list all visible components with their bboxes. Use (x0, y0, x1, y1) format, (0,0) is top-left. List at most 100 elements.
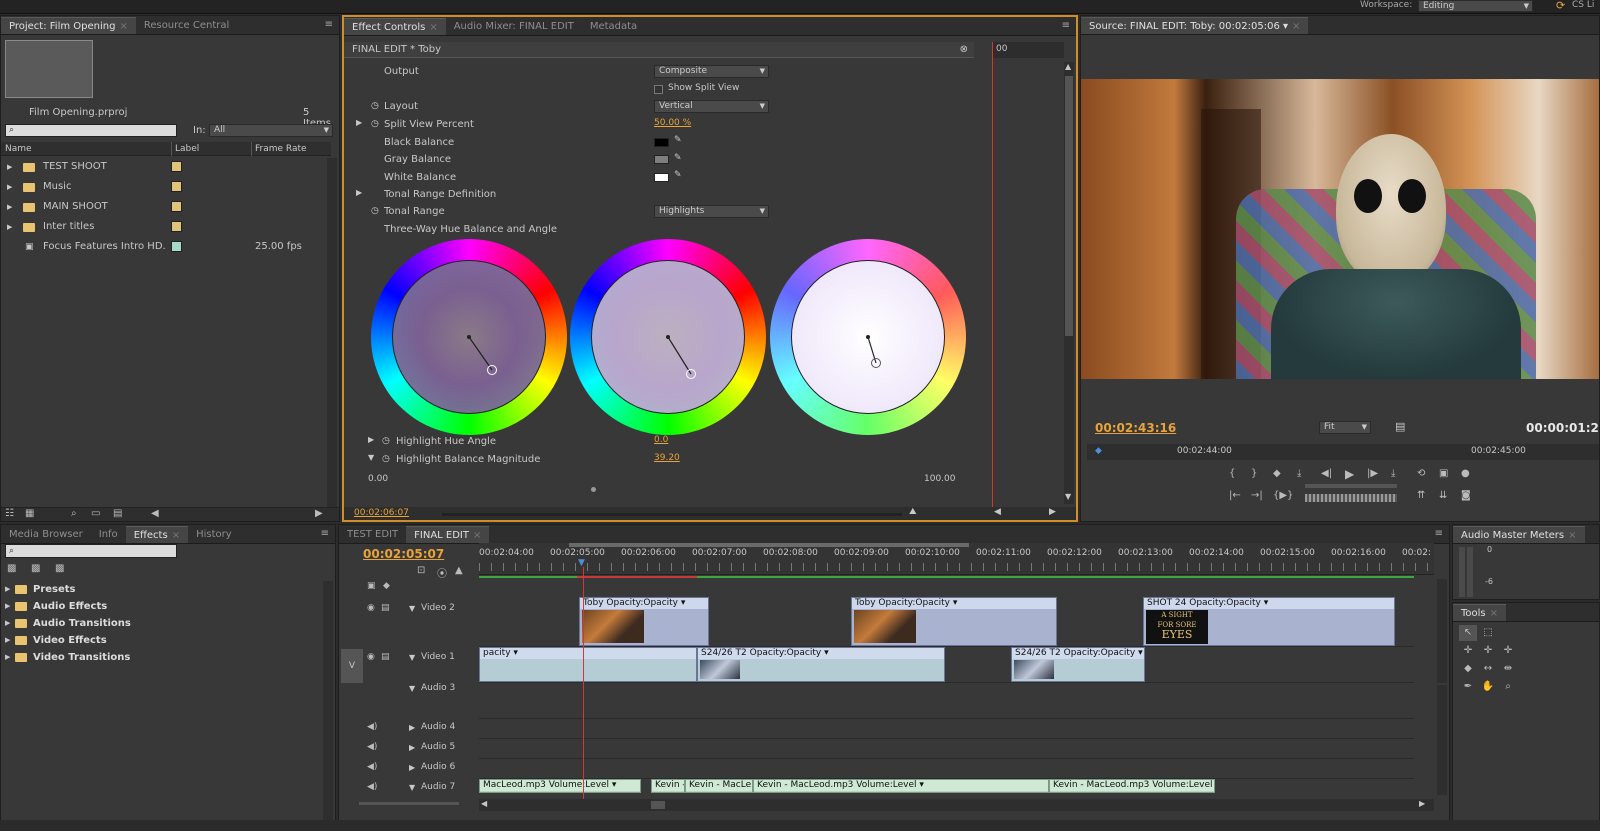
panel-menu-icon[interactable]: ≡ (1062, 20, 1070, 31)
tab-final-edit[interactable]: FINAL EDIT × (406, 526, 490, 543)
expand-triangle-icon[interactable]: ▶ (7, 158, 12, 176)
timeline-playhead[interactable] (583, 567, 584, 799)
zoom-tool-icon[interactable]: ⌕ (1499, 679, 1517, 695)
scroll-right-icon[interactable]: ▶ (1419, 799, 1425, 808)
output-select[interactable]: Composite ▼ (654, 65, 769, 78)
clip-audio7-d[interactable]: Kevin - MacLeod.mp3 Volume:Level ▾ (753, 779, 1049, 793)
speaker-icon[interactable]: ◀) (367, 722, 377, 732)
workspace-select[interactable]: Editing ▼ (1418, 0, 1533, 12)
lift-icon[interactable]: ⇈ (1417, 490, 1425, 501)
shuttle-slider[interactable] (1305, 484, 1397, 488)
jog-wheel[interactable] (1305, 494, 1397, 502)
speaker-icon[interactable]: ◀) (367, 742, 377, 752)
list-view-icon[interactable]: ☷ (5, 508, 14, 519)
expand-triangle-icon[interactable]: ▶ (356, 118, 362, 127)
panel-menu-icon[interactable]: ≡ (1435, 528, 1443, 539)
magnitude-slider-handle[interactable] (591, 487, 596, 492)
list-item[interactable]: ▶ Inter titles (1, 218, 331, 236)
clip-audio7-e[interactable]: Kevin - MacLeod.mp3 Volume:Level ▾ (1049, 779, 1215, 793)
show-split-view-checkbox[interactable] (654, 85, 663, 94)
collapse-triangle-icon[interactable]: ▼ (368, 453, 374, 462)
wheel-handles[interactable] (371, 239, 971, 435)
mini-playhead[interactable] (992, 42, 993, 507)
marker-icon[interactable]: ⦿ (437, 565, 447, 580)
timeline-hscroll[interactable]: ◀ ▶ (479, 799, 1434, 811)
effects-folder[interactable]: ▶ Video Effects (1, 632, 321, 649)
effects-folder[interactable]: ▶ Audio Effects (1, 598, 321, 615)
expand-triangle-icon[interactable]: ▼ (409, 783, 415, 792)
panel-menu-icon[interactable]: ≡ (321, 528, 329, 539)
extract-icon[interactable]: ⇊ (1439, 490, 1447, 501)
expand-triangle-icon[interactable]: ▶ (7, 178, 12, 196)
32bit-effects-icon[interactable]: ▩ (31, 563, 40, 574)
source-video-frame[interactable] (1081, 79, 1599, 379)
speaker-icon[interactable]: ◀) (367, 762, 377, 772)
stopwatch-icon[interactable]: ◷ (382, 454, 390, 464)
slip-tool-icon[interactable]: ↔ (1479, 661, 1497, 677)
eyedropper-icon[interactable]: ✎ (674, 153, 682, 163)
camera-icon[interactable]: ◙ (1461, 490, 1471, 501)
source-playhead-icon[interactable]: ◆ (1095, 446, 1102, 456)
track-lane-video1[interactable]: pacity ▾ S24/26 T2 Opacity:Opacity ▾ S24… (479, 647, 1414, 683)
snap-icon[interactable]: ⊡ (417, 565, 425, 576)
eyedropper-icon[interactable]: ✎ (674, 170, 682, 180)
timeline-vscroll-bottom[interactable] (1437, 685, 1447, 795)
in-select[interactable]: All ▼ (209, 124, 333, 137)
go-to-out-icon[interactable]: →| (1251, 490, 1263, 501)
keyframe-icon[interactable]: ▲ (455, 565, 463, 576)
expand-triangle-icon[interactable]: ▶ (5, 632, 10, 649)
track-lane-audio5[interactable] (479, 739, 1414, 759)
list-item[interactable]: ▶ Music (1, 178, 331, 196)
track-lane-audio7[interactable]: MacLeod.mp3 Volume:Level ▾ Kevin - Kevin… (479, 779, 1414, 793)
clip-audio7-a[interactable]: MacLeod.mp3 Volume:Level ▾ (479, 779, 641, 793)
find-icon[interactable]: ⌕ (71, 508, 77, 519)
overwrite-icon[interactable]: ⤓ (1391, 468, 1395, 479)
scroll-left-icon[interactable]: ◀ (994, 507, 1001, 517)
stopwatch-icon[interactable]: ◷ (371, 119, 379, 129)
pen-tool-icon[interactable]: ✒ (1459, 679, 1477, 695)
step-forward-icon[interactable]: |▶ (1367, 468, 1378, 479)
clip-video2-shot24[interactable]: SHOT 24 Opacity:Opacity ▾ A SIGHT FOR SO… (1143, 597, 1395, 646)
go-to-in-icon[interactable]: |← (1229, 490, 1241, 501)
timeline-zoom-slider[interactable] (359, 802, 459, 805)
expand-triangle-icon[interactable]: ▶ (409, 743, 415, 752)
expand-triangle-icon[interactable]: ▼ (409, 684, 415, 693)
eye-icon[interactable]: ◉ (367, 652, 375, 662)
step-back-icon[interactable]: ◀| (1321, 468, 1332, 479)
scroll-right-icon[interactable]: ▶ (1049, 507, 1056, 517)
project-scrollbar[interactable] (327, 158, 337, 508)
settings-icon[interactable]: ▤ (1395, 420, 1405, 433)
lock-icon[interactable]: ▤ (381, 652, 390, 662)
tab-test-edit[interactable]: TEST EDIT (339, 526, 406, 543)
list-item[interactable]: ▶ MAIN SHOOT (1, 198, 331, 216)
mini-timeline[interactable]: 00 (992, 42, 1064, 58)
expand-triangle-icon[interactable]: ▶ (5, 649, 10, 666)
speaker-icon[interactable]: ◀) (367, 782, 377, 792)
gray-balance-swatch[interactable] (654, 155, 669, 164)
label-color-swatch[interactable] (171, 241, 182, 252)
insert-icon[interactable]: ⤓ (1297, 468, 1301, 479)
tab-effects[interactable]: Effects × (125, 526, 189, 543)
track-lane-video2[interactable]: Toby Opacity:Opacity ▾ Toby Opacity:Opac… (479, 597, 1414, 647)
source-ruler[interactable]: 00:02:44:00 00:02:45:00 ◆ (1087, 444, 1599, 460)
label-color-swatch[interactable] (171, 161, 182, 172)
rolling-edit-tool-icon[interactable]: ✛ (1479, 643, 1497, 659)
layout-select[interactable]: Vertical ▼ (654, 100, 769, 113)
tab-effect-controls[interactable]: Effect Controls × (344, 18, 446, 35)
lock-icon[interactable]: ▤ (381, 603, 390, 613)
rate-stretch-tool-icon[interactable]: ✛ (1499, 643, 1517, 659)
magnitude-value[interactable]: 39.20 (654, 453, 680, 463)
clip-video1-s24-2[interactable]: S24/26 T2 Opacity:Opacity ▾ (1011, 647, 1145, 682)
yuv-effects-icon[interactable]: ▩ (55, 563, 64, 574)
column-name[interactable]: Name (5, 142, 32, 156)
stopwatch-icon[interactable]: ◷ (371, 206, 379, 216)
play-icon[interactable]: ▶ (1345, 467, 1354, 481)
source-timecode-left[interactable]: 00:02:43:16 (1095, 421, 1176, 435)
tab-history[interactable]: History (188, 526, 240, 543)
zoom-in-icon[interactable]: ⛰ (909, 507, 917, 517)
clip-audio7-c[interactable]: Kevin - MacLe (685, 779, 753, 793)
accelerated-effects-icon[interactable]: ▩ (7, 563, 16, 574)
timeline-vscroll-top[interactable] (1437, 579, 1447, 683)
column-frame-rate[interactable]: Frame Rate (251, 142, 307, 156)
scroll-left-icon[interactable]: ◀ (151, 508, 159, 519)
